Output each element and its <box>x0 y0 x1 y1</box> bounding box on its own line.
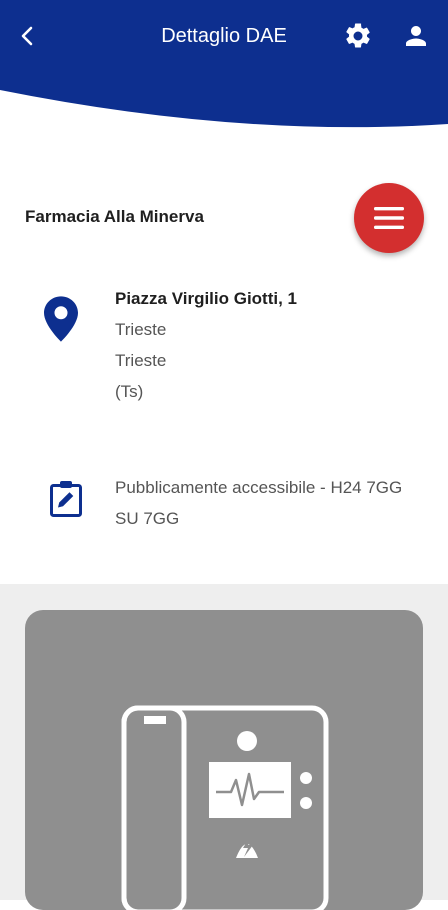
settings-button[interactable] <box>338 16 378 56</box>
hamburger-menu-icon <box>374 207 404 229</box>
address-municipality: Trieste <box>115 351 167 370</box>
pharmacy-name: Farmacia Alla Minerva <box>25 207 204 226</box>
defibrillator-icon <box>121 705 329 910</box>
gear-icon <box>346 23 370 48</box>
app-header: Dettaglio DAE <box>0 0 448 140</box>
header-wave-background <box>0 0 448 128</box>
address-street: Piazza Virgilio Giotti, 1 <box>115 289 298 308</box>
page-title: Dettaglio DAE <box>161 25 287 47</box>
clipboard-edit-icon <box>50 481 82 517</box>
device-image-card <box>25 610 423 910</box>
map-pin-icon <box>44 296 78 342</box>
profile-button[interactable] <box>396 16 436 56</box>
address-province: (Ts) <box>115 382 144 401</box>
accessibility-info: Pubblicamente accessibile - H24 7GG SU 7… <box>115 478 403 528</box>
address-city: Trieste <box>115 320 167 339</box>
menu-fab-button[interactable] <box>354 183 424 253</box>
user-icon <box>406 26 426 46</box>
address-block: Piazza Virgilio Giotti, 1 Trieste Triest… <box>115 288 297 412</box>
